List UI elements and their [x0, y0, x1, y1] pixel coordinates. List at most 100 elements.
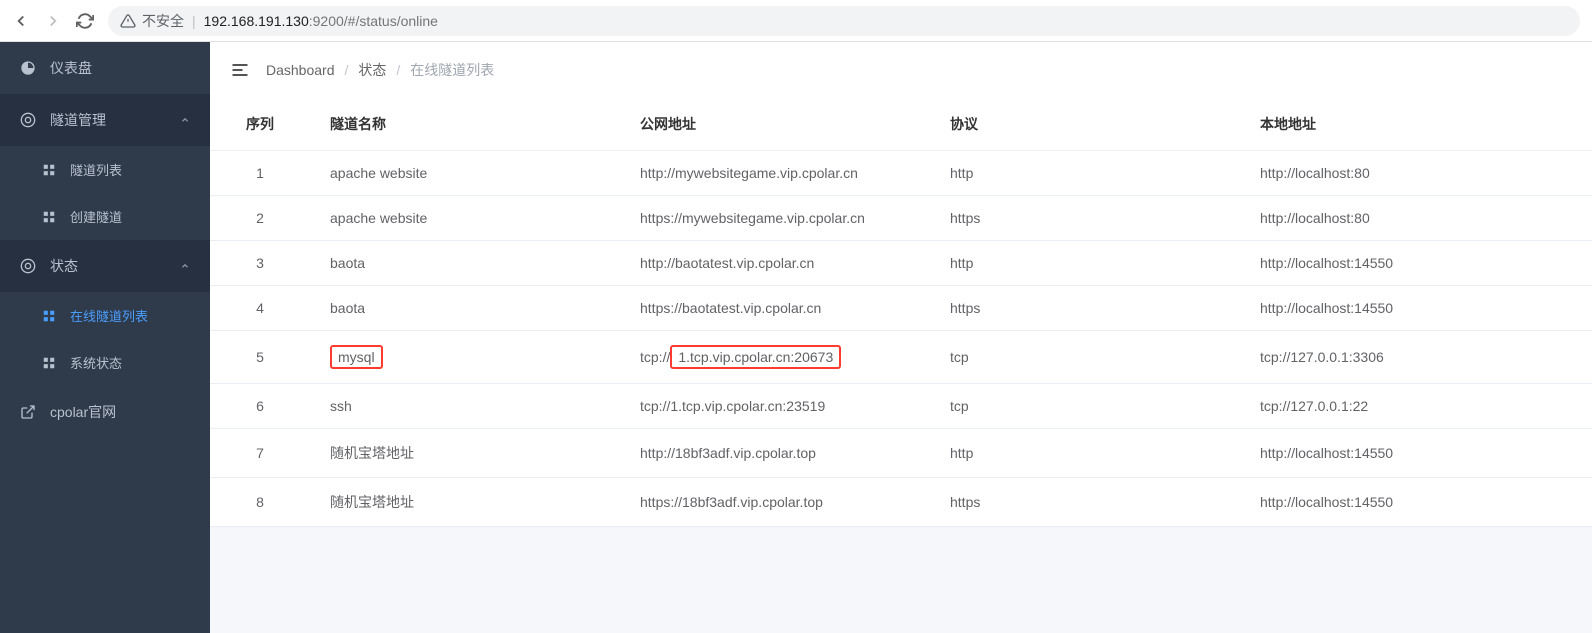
online-icon — [42, 309, 56, 323]
cell-protocol: http — [930, 241, 1240, 286]
cell-protocol: https — [930, 196, 1240, 241]
cell-protocol: https — [930, 286, 1240, 331]
tunnel-icon — [20, 112, 36, 128]
cell-local-url: http://localhost:80 — [1240, 151, 1592, 196]
sidebar-item-dashboard[interactable]: 仪表盘 — [0, 42, 210, 94]
cell-seq: 8 — [210, 478, 310, 527]
sidebar-item-cpolar-site[interactable]: cpolar官网 — [0, 386, 210, 438]
security-label: 不安全 — [142, 11, 184, 31]
cell-local-url: tcp://127.0.0.1:3306 — [1240, 331, 1592, 384]
cell-seq: 2 — [210, 196, 310, 241]
table-row[interactable]: 6sshtcp://1.tcp.vip.cpolar.cn:23519tcptc… — [210, 384, 1592, 429]
dashboard-icon — [20, 60, 36, 76]
cell-name: 随机宝塔地址 — [310, 429, 620, 478]
cell-public-url: https://baotatest.vip.cpolar.cn — [620, 286, 930, 331]
chevron-up-icon — [180, 261, 190, 271]
col-public-url: 公网地址 — [620, 98, 930, 151]
cell-seq: 4 — [210, 286, 310, 331]
sidebar-label: 创建隧道 — [70, 207, 122, 226]
cell-public-url: https://mywebsitegame.vip.cpolar.cn — [620, 196, 930, 241]
highlight-annotation: 1.tcp.vip.cpolar.cn:20673 — [670, 345, 841, 369]
sidebar-item-tunnel-management[interactable]: 隧道管理 — [0, 94, 210, 146]
table-row[interactable]: 5mysqltcp://1.tcp.vip.cpolar.cn:20673tcp… — [210, 331, 1592, 384]
cell-public-url: tcp://1.tcp.vip.cpolar.cn:23519 — [620, 384, 930, 429]
status-icon — [20, 258, 36, 274]
cell-name: 随机宝塔地址 — [310, 478, 620, 527]
cell-name: apache website — [310, 196, 620, 241]
breadcrumb-current: 在线隧道列表 — [410, 60, 494, 80]
main-content: Dashboard / 状态 / 在线隧道列表 序列 隧道名称 公网地址 协议 … — [210, 42, 1592, 633]
address-bar[interactable]: 不安全 | 192.168.191.130:9200/#/status/onli… — [108, 6, 1580, 36]
sidebar-label: 隧道列表 — [70, 160, 122, 179]
breadcrumb-item[interactable]: 状态 — [358, 60, 386, 80]
cell-name: baota — [310, 286, 620, 331]
security-indicator: 不安全 — [120, 11, 184, 31]
sidebar-label: cpolar官网 — [50, 402, 190, 422]
warning-icon — [120, 13, 136, 29]
reload-button[interactable] — [76, 12, 94, 30]
external-link-icon — [20, 404, 36, 420]
table-row[interactable]: 1apache websitehttp://mywebsitegame.vip.… — [210, 151, 1592, 196]
browser-toolbar: 不安全 | 192.168.191.130:9200/#/status/onli… — [0, 0, 1592, 42]
cell-seq: 3 — [210, 241, 310, 286]
list-icon — [42, 163, 56, 177]
create-icon — [42, 210, 56, 224]
system-icon — [42, 356, 56, 370]
cell-protocol: tcp — [930, 384, 1240, 429]
breadcrumb: Dashboard / 状态 / 在线隧道列表 — [266, 60, 494, 80]
cell-local-url: tcp://127.0.0.1:22 — [1240, 384, 1592, 429]
table-header-row: 序列 隧道名称 公网地址 协议 本地地址 — [210, 98, 1592, 151]
cell-name: mysql — [310, 331, 620, 384]
cell-local-url: http://localhost:14550 — [1240, 429, 1592, 478]
cell-public-url: http://mywebsitegame.vip.cpolar.cn — [620, 151, 930, 196]
breadcrumb-item[interactable]: Dashboard — [266, 62, 335, 78]
cell-name: baota — [310, 241, 620, 286]
back-button[interactable] — [12, 12, 30, 30]
cell-public-url: http://18bf3adf.vip.cpolar.top — [620, 429, 930, 478]
sidebar-item-system-status[interactable]: 系统状态 — [0, 339, 210, 386]
cell-protocol: https — [930, 478, 1240, 527]
col-protocol: 协议 — [930, 98, 1240, 151]
breadcrumb-separator: / — [396, 62, 400, 78]
chevron-up-icon — [180, 115, 190, 125]
forward-button[interactable] — [44, 12, 62, 30]
sidebar: 仪表盘 隧道管理 隧道列表 创建隧道 — [0, 42, 210, 633]
sidebar-item-online-list[interactable]: 在线隧道列表 — [0, 292, 210, 339]
cell-protocol: tcp — [930, 331, 1240, 384]
cell-name: apache website — [310, 151, 620, 196]
table-row[interactable]: 7随机宝塔地址http://18bf3adf.vip.cpolar.tophtt… — [210, 429, 1592, 478]
highlight-annotation: mysql — [330, 345, 383, 369]
sidebar-label: 系统状态 — [70, 353, 122, 372]
sidebar-label: 在线隧道列表 — [70, 306, 148, 325]
cell-protocol: http — [930, 151, 1240, 196]
cell-public-url: http://baotatest.vip.cpolar.cn — [620, 241, 930, 286]
table-row[interactable]: 4baotahttps://baotatest.vip.cpolar.cnhtt… — [210, 286, 1592, 331]
sidebar-item-status[interactable]: 状态 — [0, 240, 210, 292]
table-row[interactable]: 3baotahttp://baotatest.vip.cpolar.cnhttp… — [210, 241, 1592, 286]
col-local-url: 本地地址 — [1240, 98, 1592, 151]
cell-local-url: http://localhost:14550 — [1240, 478, 1592, 527]
topbar: Dashboard / 状态 / 在线隧道列表 — [210, 42, 1592, 98]
cell-public-url: https://18bf3adf.vip.cpolar.top — [620, 478, 930, 527]
sidebar-label: 状态 — [50, 256, 166, 276]
col-seq: 序列 — [210, 98, 310, 151]
col-name: 隧道名称 — [310, 98, 620, 151]
cell-protocol: http — [930, 429, 1240, 478]
sidebar-label: 仪表盘 — [50, 58, 190, 78]
cell-seq: 7 — [210, 429, 310, 478]
sidebar-item-tunnel-list[interactable]: 隧道列表 — [0, 146, 210, 193]
breadcrumb-separator: / — [345, 62, 349, 78]
cell-local-url: http://localhost:14550 — [1240, 286, 1592, 331]
table-row[interactable]: 8随机宝塔地址https://18bf3adf.vip.cpolar.topht… — [210, 478, 1592, 527]
cell-seq: 5 — [210, 331, 310, 384]
cell-local-url: http://localhost:14550 — [1240, 241, 1592, 286]
tunnel-table: 序列 隧道名称 公网地址 协议 本地地址 1apache websitehttp… — [210, 98, 1592, 527]
menu-toggle-button[interactable] — [230, 62, 250, 78]
sidebar-item-tunnel-create[interactable]: 创建隧道 — [0, 193, 210, 240]
table-row[interactable]: 2apache websitehttps://mywebsitegame.vip… — [210, 196, 1592, 241]
cell-local-url: http://localhost:80 — [1240, 196, 1592, 241]
cell-seq: 6 — [210, 384, 310, 429]
sidebar-label: 隧道管理 — [50, 110, 166, 130]
cell-public-url: tcp://1.tcp.vip.cpolar.cn:20673 — [620, 331, 930, 384]
cell-seq: 1 — [210, 151, 310, 196]
